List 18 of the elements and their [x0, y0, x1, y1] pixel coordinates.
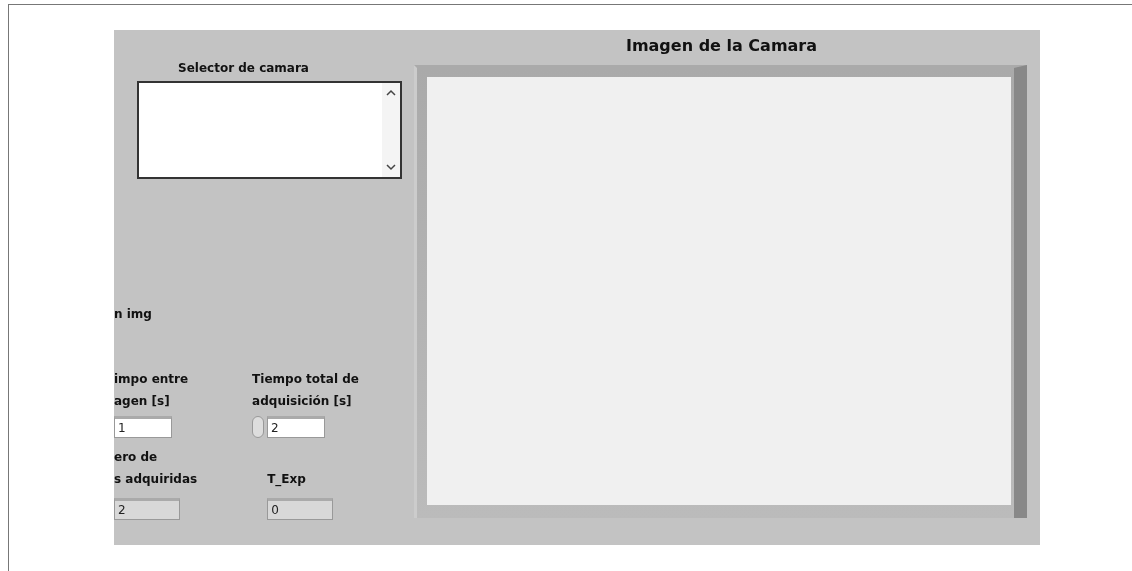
- field-label: s adquiridas: [114, 471, 198, 488]
- scroll-down-icon[interactable]: [386, 164, 396, 171]
- field-label: ero de: [114, 449, 159, 466]
- field-label: agen [s]: [114, 393, 171, 410]
- numeric-indicator: 0: [267, 498, 334, 520]
- field-label: Tiempo total de: [252, 371, 359, 388]
- scroll-up-icon[interactable]: [386, 89, 396, 96]
- numeric-input[interactable]: 2: [267, 416, 326, 438]
- field-label: T_Exp: [267, 471, 307, 489]
- camera-listbox[interactable]: [137, 81, 402, 179]
- scrollbar[interactable]: [382, 83, 400, 177]
- selector-label: Selector de camara: [178, 60, 310, 77]
- numeric-input[interactable]: 1: [114, 416, 172, 438]
- field-label: adquisición [s]: [252, 393, 353, 410]
- numeric-indicator: 2: [114, 498, 180, 520]
- display-title: Imagen de la Camara: [624, 36, 819, 56]
- img-label: n img: [114, 306, 153, 323]
- field-label: impo entre: [114, 371, 189, 388]
